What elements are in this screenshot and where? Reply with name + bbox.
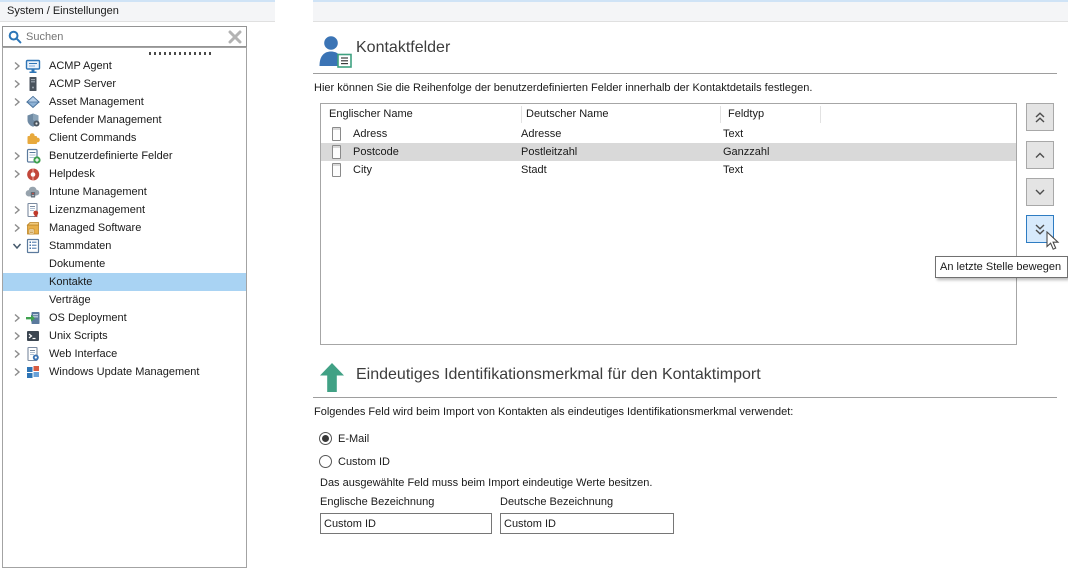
diamond-icon bbox=[24, 94, 41, 110]
chevron-right-icon[interactable] bbox=[9, 313, 24, 323]
table-row[interactable]: City Stadt Text bbox=[321, 161, 1016, 179]
main-header-bar bbox=[313, 0, 1068, 22]
sidebar-item-acmp-server[interactable]: ACMP Server bbox=[3, 75, 246, 93]
english-designation-label: Englische Bezeichnung bbox=[320, 496, 435, 508]
chevron-right-icon[interactable] bbox=[9, 169, 24, 179]
field-handle-icon bbox=[332, 163, 341, 177]
sidebar-header-bar: System / Einstellungen bbox=[0, 0, 275, 22]
chevron-down-icon[interactable] bbox=[9, 242, 24, 250]
lifebuoy-icon bbox=[24, 166, 41, 182]
search-icon bbox=[8, 30, 22, 43]
search-clear-icon[interactable] bbox=[223, 30, 242, 44]
sidebar-item-vertraege[interactable]: Verträge bbox=[3, 291, 246, 309]
chevron-right-icon[interactable] bbox=[9, 205, 24, 215]
sidebar-item-windows-update-management[interactable]: Windows Update Management bbox=[3, 363, 246, 381]
section-title-kontaktfelder: Kontaktfelder bbox=[356, 39, 451, 56]
radio-button[interactable] bbox=[319, 455, 332, 468]
move-up-button[interactable] bbox=[1026, 141, 1054, 169]
software-box-icon bbox=[24, 220, 41, 236]
windows-grid-icon bbox=[24, 364, 41, 380]
sidebar-item-web-interface[interactable]: Web Interface bbox=[3, 345, 246, 363]
sidebar-item-lizenzmanagement[interactable]: Lizenzmanagement bbox=[3, 201, 246, 219]
double-chevron-down-icon bbox=[1035, 223, 1045, 235]
sidebar-item-unix-scripts[interactable]: Unix Scripts bbox=[3, 327, 246, 345]
sidebar-item-kontakte[interactable]: Kontakte bbox=[3, 273, 246, 291]
table-header-row[interactable]: Englischer Name Deutscher Name Feldtyp bbox=[321, 104, 1016, 125]
sidebar-item-asset-management[interactable]: Asset Management bbox=[3, 93, 246, 111]
chevron-right-icon[interactable] bbox=[9, 367, 24, 377]
search-input[interactable] bbox=[26, 30, 223, 43]
column-header-english[interactable]: Englischer Name bbox=[329, 108, 413, 120]
deploy-server-icon bbox=[24, 310, 41, 326]
contact-fields-table[interactable]: Englischer Name Deutscher Name Feldtyp A… bbox=[320, 103, 1017, 345]
sidebar-item-managed-software[interactable]: Managed Software bbox=[3, 219, 246, 237]
field-handle-icon bbox=[332, 127, 341, 141]
radio-option-custom-id[interactable]: Custom ID bbox=[319, 455, 390, 468]
server-tower-icon bbox=[24, 76, 41, 92]
chevron-down-icon bbox=[1035, 189, 1045, 195]
tooltip: An letzte Stelle bewegen bbox=[935, 256, 1068, 278]
table-row[interactable]: Adress Adresse Text bbox=[321, 125, 1016, 143]
chevron-right-icon[interactable] bbox=[9, 349, 24, 359]
chevron-right-icon[interactable] bbox=[9, 97, 24, 107]
sidebar-item-defender-management[interactable]: Defender Management bbox=[3, 111, 246, 129]
chevron-right-icon[interactable] bbox=[9, 79, 24, 89]
column-header-german[interactable]: Deutscher Name bbox=[526, 108, 609, 120]
settings-tree: ACMP Agent ACMP Server Asset Management … bbox=[2, 47, 247, 568]
identification-description: Folgendes Feld wird beim Import von Kont… bbox=[314, 406, 794, 418]
sidebar-item-intune-management[interactable]: Intune Management bbox=[3, 183, 246, 201]
cloud-server-icon bbox=[24, 184, 41, 200]
sidebar-item-dokumente[interactable]: Dokumente bbox=[3, 255, 246, 273]
sidebar-item-stammdaten[interactable]: Stammdaten bbox=[3, 237, 246, 255]
move-to-first-button[interactable] bbox=[1026, 103, 1054, 131]
document-seal-icon bbox=[24, 202, 41, 218]
sidebar-item-acmp-agent[interactable]: ACMP Agent bbox=[3, 57, 246, 75]
table-row[interactable]: Postcode Postleitzahl Ganzzahl bbox=[321, 143, 1016, 161]
chevron-up-icon bbox=[1035, 152, 1045, 158]
german-designation-label: Deutsche Bezeichnung bbox=[500, 496, 614, 508]
monitor-icon bbox=[24, 58, 41, 74]
english-designation-input[interactable] bbox=[320, 513, 492, 534]
shield-gear-icon bbox=[24, 112, 41, 128]
contact-fields-description: Hier können Sie die Reihenfolge der benu… bbox=[314, 82, 813, 94]
divider bbox=[313, 73, 1057, 74]
chevron-right-icon[interactable] bbox=[9, 331, 24, 341]
sidebar-item-benutzerdefinierte-felder[interactable]: Benutzerdefinierte Felder bbox=[3, 147, 246, 165]
chevron-right-icon[interactable] bbox=[9, 223, 24, 233]
sidebar-item-os-deployment[interactable]: OS Deployment bbox=[3, 309, 246, 327]
search-box[interactable] bbox=[2, 26, 247, 47]
table-plus-icon bbox=[24, 148, 41, 164]
puzzle-icon bbox=[24, 130, 41, 146]
partially-scrolled-item bbox=[3, 48, 246, 57]
sidebar-title: System / Einstellungen bbox=[7, 5, 119, 17]
terminal-icon bbox=[24, 328, 41, 344]
contact-person-icon bbox=[317, 35, 355, 72]
column-header-fieldtype[interactable]: Feldtyp bbox=[728, 108, 764, 120]
unique-values-note: Das ausgewählte Feld muss beim Import ei… bbox=[320, 477, 653, 489]
move-down-button[interactable] bbox=[1026, 178, 1054, 206]
german-designation-input[interactable] bbox=[500, 513, 674, 534]
field-handle-icon bbox=[332, 145, 341, 159]
section-title-identification: Eindeutiges Identifikationsmerkmal für d… bbox=[356, 366, 761, 383]
double-chevron-up-icon bbox=[1035, 111, 1045, 123]
chevron-right-icon[interactable] bbox=[9, 61, 24, 71]
radio-option-email[interactable]: E-Mail bbox=[319, 432, 369, 445]
divider bbox=[313, 397, 1057, 398]
list-sheet-icon bbox=[24, 238, 41, 254]
app-window: System / Einstellungen ACMP Agent bbox=[0, 0, 1068, 570]
green-up-arrow-icon bbox=[319, 362, 345, 396]
mouse-cursor bbox=[1046, 230, 1061, 254]
sidebar-item-helpdesk[interactable]: Helpdesk bbox=[3, 165, 246, 183]
chevron-right-icon[interactable] bbox=[9, 151, 24, 161]
sidebar-item-client-commands[interactable]: Client Commands bbox=[3, 129, 246, 147]
radio-button[interactable] bbox=[319, 432, 332, 445]
document-gear-icon bbox=[24, 346, 41, 362]
